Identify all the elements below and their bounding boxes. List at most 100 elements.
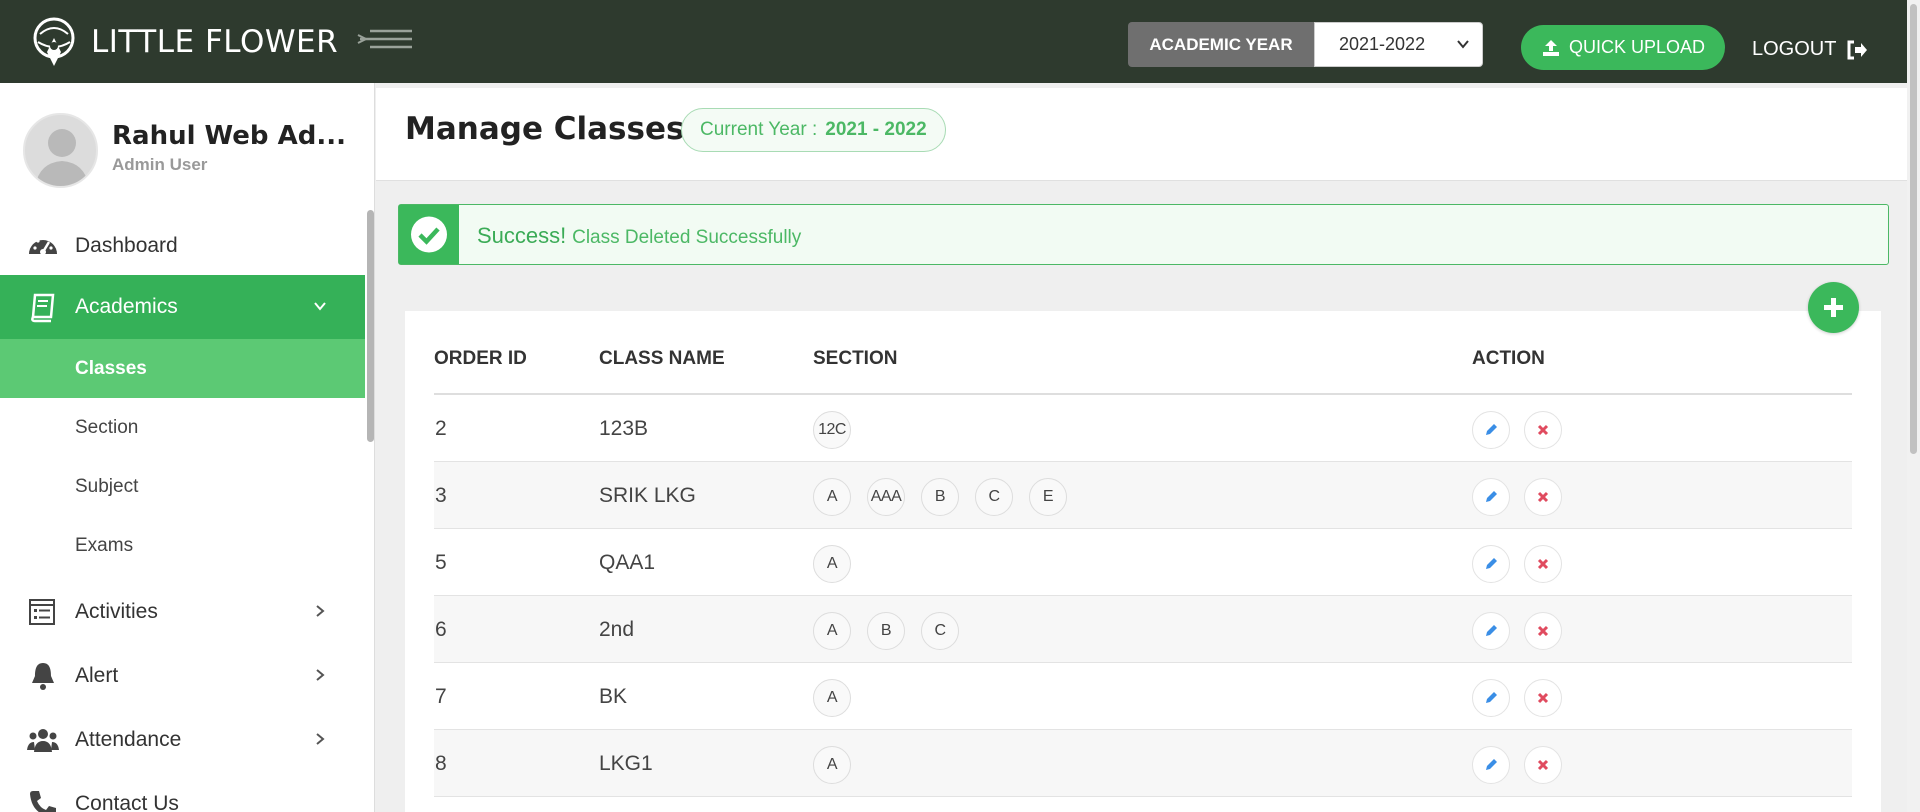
class-name-cell: 2nd [599, 618, 635, 641]
class-name-cell: QAA1 [599, 551, 656, 574]
pencil-icon [1486, 424, 1497, 435]
edit-button[interactable] [1472, 746, 1510, 784]
table-row: 5 QAA1 A [434, 529, 1852, 596]
sidebar-item-label: Activities [75, 600, 158, 623]
edit-button[interactable] [1472, 478, 1510, 516]
page-scrollbar-thumb[interactable] [1910, 4, 1917, 454]
sidebar-item-label: Classes [75, 357, 147, 379]
table-row: 6 2nd A B C [434, 596, 1852, 663]
sidebar-subitem-classes[interactable]: Classes [0, 339, 365, 398]
delete-button[interactable] [1524, 679, 1562, 717]
section-chip[interactable]: A [813, 746, 851, 784]
user-role: Admin User [112, 155, 208, 174]
checklist-icon [29, 599, 55, 625]
academic-year-select[interactable]: 2021-2022 [1314, 22, 1483, 67]
sidebar-item-label: Attendance [75, 728, 182, 751]
table-row: 3 SRIK LKG A AAA B C E [434, 462, 1852, 529]
current-year-badge: Current Year : 2021 - 2022 [681, 108, 946, 152]
sidebar-scrollbar[interactable] [367, 210, 374, 442]
section-chip[interactable]: E [1029, 478, 1067, 516]
column-header-class-name[interactable]: CLASS NAME [599, 348, 725, 370]
class-name-cell: SRIK LKG [599, 484, 696, 507]
page-title: Manage Classes [405, 111, 685, 147]
edit-button[interactable] [1472, 411, 1510, 449]
section-chip[interactable]: C [921, 612, 959, 650]
order-id-cell: 3 [435, 484, 447, 507]
alert-message: Class Deleted Successfully [572, 227, 802, 248]
class-name-cell: LKG1 [599, 752, 653, 775]
sidebar-subitem-exams[interactable]: Exams [0, 516, 365, 575]
sidebar: Rahul Web Ad... Admin User Dashboard Aca… [0, 83, 375, 812]
add-class-button[interactable] [1808, 282, 1859, 333]
logo-icon [33, 17, 75, 66]
delete-button[interactable] [1524, 545, 1562, 583]
sidebar-subitem-section[interactable]: Section [0, 398, 365, 457]
page-header: Manage Classes Current Year : 2021 - 202… [376, 88, 1907, 181]
sidebar-item-label: Alert [75, 664, 119, 687]
pencil-icon [1486, 558, 1497, 569]
column-header-section[interactable]: SECTION [813, 348, 897, 370]
close-icon [1537, 759, 1549, 771]
sidebar-item-academics[interactable]: Academics [0, 275, 365, 339]
phone-icon [30, 791, 56, 812]
close-icon [1537, 558, 1549, 570]
pencil-icon [1486, 759, 1497, 770]
menu-toggle-icon[interactable] [356, 26, 414, 52]
sidebar-item-contact[interactable]: Contact Us [0, 772, 365, 812]
chevron-right-icon [316, 605, 325, 617]
sidebar-subitem-subject[interactable]: Subject [0, 457, 365, 516]
bell-icon [32, 663, 54, 690]
user-silhouette-icon [35, 129, 89, 186]
delete-button[interactable] [1524, 411, 1562, 449]
alert-title: Success! [477, 223, 567, 248]
logout-button[interactable]: LOGOUT [1752, 38, 1868, 61]
current-year-value: 2021 - 2022 [825, 119, 927, 140]
sidebar-item-activities[interactable]: Activities [0, 580, 365, 644]
section-chip[interactable]: AAA [867, 478, 905, 516]
chevron-right-icon [316, 669, 325, 681]
order-id-cell: 7 [435, 685, 447, 708]
section-chip[interactable]: A [813, 478, 851, 516]
chevron-down-icon [1457, 40, 1469, 49]
sidebar-item-label: Contact Us [75, 792, 179, 812]
quick-upload-button[interactable]: QUICK UPLOAD [1521, 25, 1725, 70]
section-chip[interactable]: 12C [813, 411, 851, 449]
sidebar-item-label: Academics [75, 295, 178, 318]
edit-button[interactable] [1472, 679, 1510, 717]
sidebar-item-alert[interactable]: Alert [0, 644, 365, 708]
pencil-icon [1486, 491, 1497, 502]
sign-out-icon [1847, 40, 1868, 59]
logout-label: LOGOUT [1752, 38, 1837, 60]
close-icon [1537, 625, 1549, 637]
edit-button[interactable] [1472, 612, 1510, 650]
alert-text: Success! Class Deleted Successfully [477, 223, 801, 249]
table-row: 7 BK A [434, 663, 1852, 730]
upload-icon [1542, 39, 1559, 56]
section-chip[interactable]: A [813, 679, 851, 717]
column-header-order-id[interactable]: ORDER ID [434, 348, 527, 370]
sidebar-item-label: Dashboard [75, 234, 178, 257]
delete-button[interactable] [1524, 746, 1562, 784]
plus-icon [1824, 298, 1843, 317]
section-chip[interactable]: A [813, 612, 851, 650]
sidebar-item-label: Subject [75, 475, 139, 497]
current-year-label: Current Year : [700, 119, 818, 140]
section-chip[interactable]: A [813, 545, 851, 583]
user-name: Rahul Web Ad... [112, 121, 346, 151]
delete-button[interactable] [1524, 612, 1562, 650]
section-chip[interactable]: B [921, 478, 959, 516]
avatar [23, 113, 98, 188]
column-header-action: ACTION [1472, 348, 1545, 369]
section-chip[interactable]: B [867, 612, 905, 650]
sidebar-item-attendance[interactable]: Attendance [0, 708, 365, 772]
alert-icon-box [399, 205, 459, 264]
page-scrollbar[interactable] [1907, 0, 1920, 812]
edit-button[interactable] [1472, 545, 1510, 583]
section-chip[interactable]: C [975, 478, 1013, 516]
check-circle-icon [411, 216, 447, 253]
sidebar-item-dashboard[interactable]: Dashboard [0, 214, 365, 278]
top-navbar: LITTLE FLOWER ACADEMIC YEAR 2021-2022 QU… [0, 0, 1907, 83]
delete-button[interactable] [1524, 478, 1562, 516]
order-id-cell: 5 [435, 551, 447, 574]
table-row: 8 LKG1 A [434, 730, 1852, 797]
